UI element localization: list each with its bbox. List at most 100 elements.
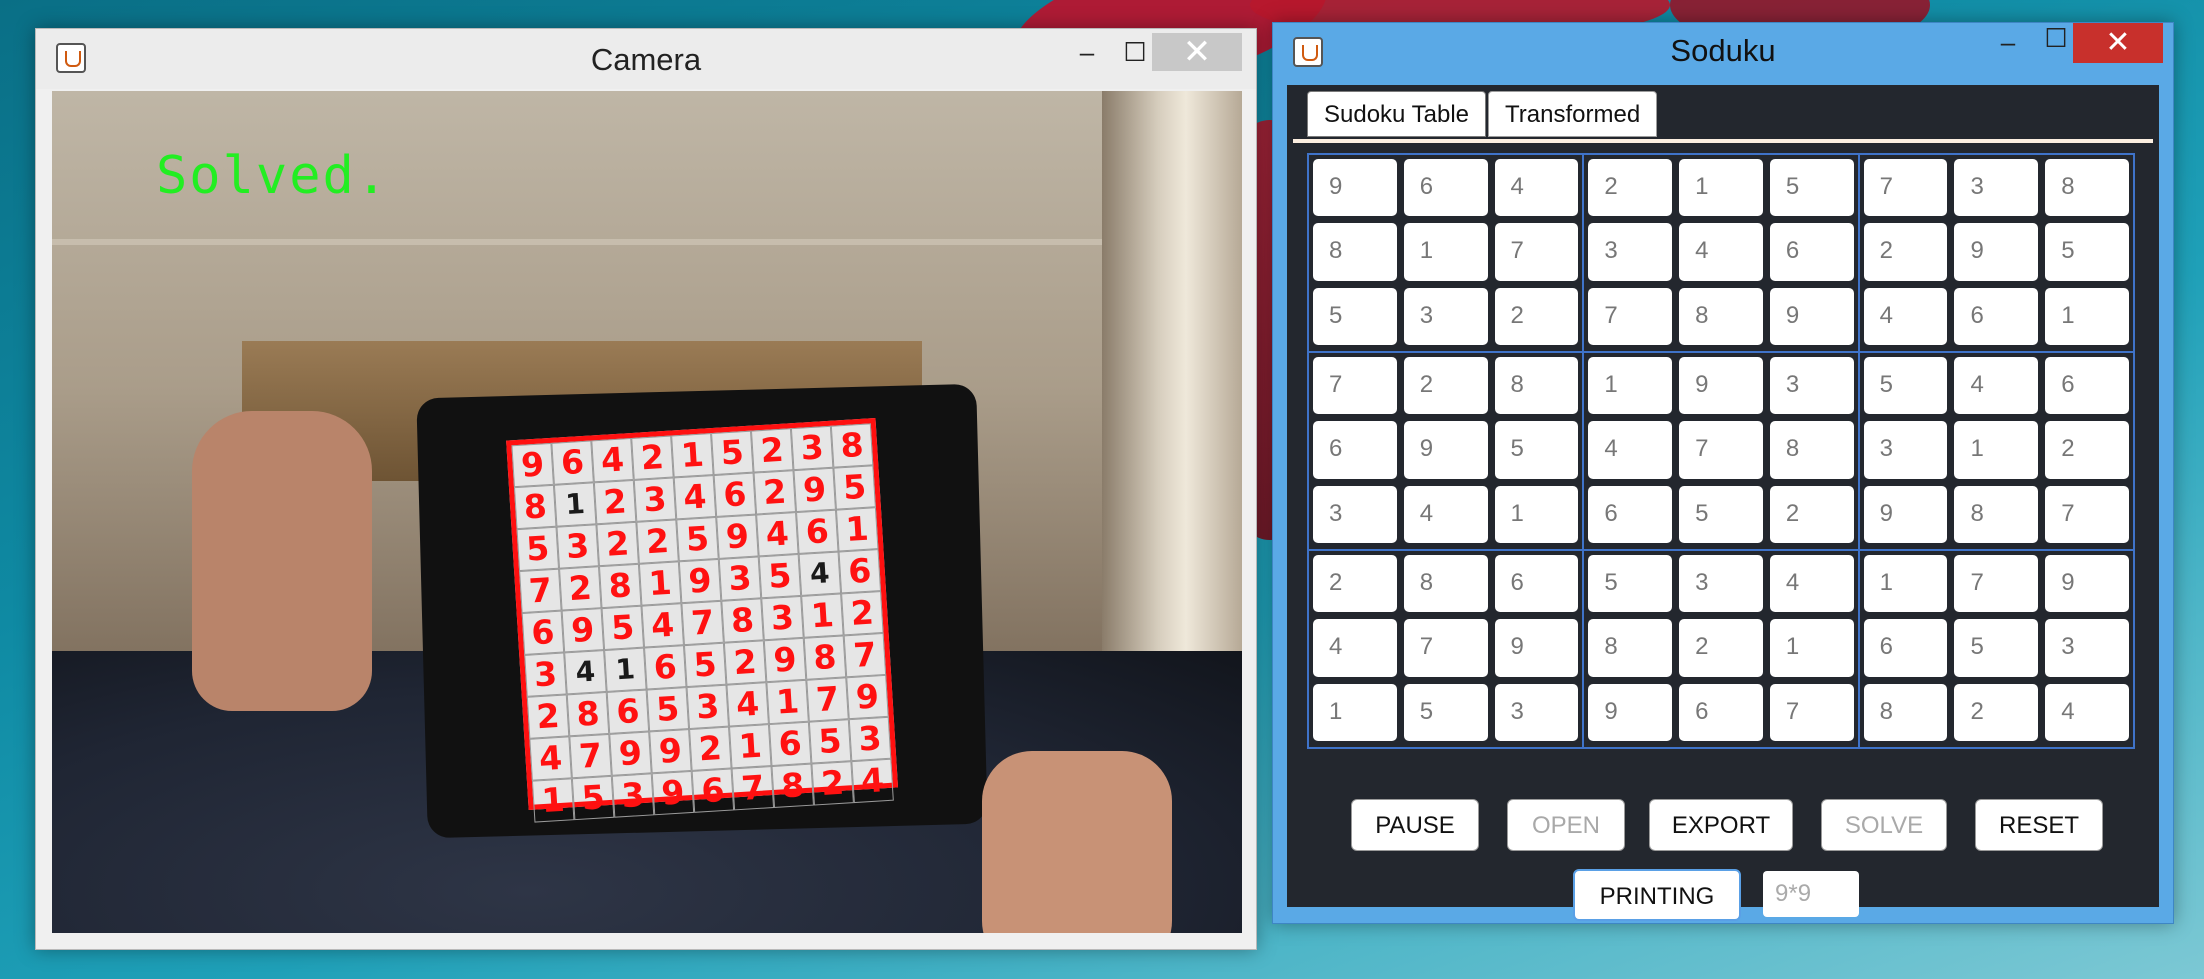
sudoku-cell[interactable]: 8 — [1494, 357, 1579, 415]
photo-sudoku-digit: 1 — [531, 778, 575, 823]
sudoku-cell[interactable]: 5 — [1769, 159, 1854, 217]
photo-sudoku-digit: 3 — [761, 595, 804, 641]
sudoku-cell[interactable]: 4 — [1863, 287, 1948, 345]
sudoku-cell[interactable]: 5 — [1588, 555, 1673, 613]
sudoku-cell[interactable]: 8 — [1769, 421, 1854, 479]
sudoku-cell[interactable]: 1 — [1313, 683, 1397, 741]
sudoku-cell[interactable]: 6 — [1588, 485, 1673, 543]
sudoku-cell[interactable]: 4 — [1588, 421, 1673, 479]
sudoku-cell[interactable]: 8 — [1863, 683, 1948, 741]
sudoku-cell[interactable]: 6 — [1954, 287, 2039, 345]
sudoku-cell[interactable]: 8 — [2045, 159, 2129, 217]
photo-sudoku-digit: 8 — [830, 423, 874, 468]
sudoku-cell[interactable]: 2 — [1679, 619, 1763, 677]
sudoku-cell[interactable]: 8 — [1588, 619, 1673, 677]
sudoku-cell[interactable]: 4 — [2045, 683, 2129, 741]
sudoku-cell[interactable]: 7 — [1313, 357, 1397, 415]
sudoku-cell[interactable]: 1 — [1769, 619, 1854, 677]
sudoku-cell[interactable]: 9 — [2045, 555, 2129, 613]
sudoku-cell[interactable]: 4 — [1954, 357, 2039, 415]
sudoku-cell[interactable]: 7 — [2045, 485, 2129, 543]
camera-window: Camera ‒ ☐ ✕ 964215238812346295532259461… — [35, 28, 1257, 950]
sudoku-cell[interactable]: 2 — [1494, 287, 1579, 345]
sudoku-cell[interactable]: 4 — [1494, 159, 1579, 217]
sudoku-cell[interactable]: 1 — [1863, 555, 1948, 613]
sudoku-cell[interactable]: 9 — [1588, 683, 1673, 741]
sudoku-cell[interactable]: 9 — [1494, 619, 1579, 677]
sudoku-cell[interactable]: 6 — [1313, 421, 1397, 479]
sudoku-cell[interactable]: 6 — [1769, 223, 1854, 281]
printing-button[interactable]: PRINTING — [1573, 869, 1741, 921]
sudoku-cell[interactable]: 5 — [1954, 619, 2039, 677]
left-hand — [192, 411, 372, 711]
sudoku-cell[interactable]: 5 — [2045, 223, 2129, 281]
sudoku-cell[interactable]: 7 — [1769, 683, 1854, 741]
sudoku-cell[interactable]: 8 — [1403, 555, 1488, 613]
sudoku-cell[interactable]: 3 — [1313, 485, 1397, 543]
sudoku-cell[interactable]: 7 — [1494, 223, 1579, 281]
sudoku-cell[interactable]: 9 — [1954, 223, 2039, 281]
sudoku-cell[interactable]: 3 — [1863, 421, 1948, 479]
sudoku-cell[interactable]: 6 — [1679, 683, 1763, 741]
sudoku-cell[interactable]: 5 — [1403, 683, 1488, 741]
sudoku-cell[interactable]: 7 — [1679, 421, 1763, 479]
sudoku-cell[interactable]: 1 — [1403, 223, 1488, 281]
sudoku-cell[interactable]: 3 — [1494, 683, 1579, 741]
sudoku-cell[interactable]: 3 — [1954, 159, 2039, 217]
sudoku-cell[interactable]: 6 — [1863, 619, 1948, 677]
sudoku-cell[interactable]: 3 — [1769, 357, 1854, 415]
sudoku-cell[interactable]: 7 — [1403, 619, 1488, 677]
sudoku-cell[interactable]: 2 — [2045, 421, 2129, 479]
sudoku-cell[interactable]: 7 — [1863, 159, 1948, 217]
sudoku-cell[interactable]: 1 — [1494, 485, 1579, 543]
solve-button[interactable]: SOLVE — [1821, 799, 1947, 851]
sudoku-cell[interactable]: 2 — [1863, 223, 1948, 281]
sudoku-cell[interactable]: 9 — [1313, 159, 1397, 217]
camera-titlebar[interactable]: Camera ‒ ☐ ✕ — [36, 29, 1256, 89]
sudoku-cell[interactable]: 4 — [1769, 555, 1854, 613]
open-button[interactable]: OPEN — [1507, 799, 1625, 851]
sudoku-cell[interactable]: 4 — [1403, 485, 1488, 543]
sudoku-cell[interactable]: 6 — [1403, 159, 1488, 217]
sudoku-cell[interactable]: 3 — [2045, 619, 2129, 677]
sudoku-cell[interactable]: 5 — [1863, 357, 1948, 415]
tab-sudoku-table[interactable]: Sudoku Table — [1307, 91, 1487, 137]
sudoku-cell[interactable]: 6 — [2045, 357, 2129, 415]
photo-sudoku-digit: 4 — [726, 682, 769, 727]
sudoku-cell[interactable]: 1 — [2045, 287, 2129, 345]
sudoku-cell[interactable]: 2 — [1588, 159, 1673, 217]
export-button[interactable]: EXPORT — [1649, 799, 1793, 851]
sudoku-cell[interactable]: 3 — [1403, 287, 1488, 345]
sudoku-cell[interactable]: 3 — [1588, 223, 1673, 281]
sudoku-cell[interactable]: 7 — [1954, 555, 2039, 613]
sudoku-cell[interactable]: 3 — [1679, 555, 1763, 613]
sudoku-cell[interactable]: 2 — [1403, 357, 1488, 415]
sudoku-cell[interactable]: 5 — [1313, 287, 1397, 345]
sudoku-cell[interactable]: 8 — [1679, 287, 1763, 345]
sudoku-cell[interactable]: 8 — [1954, 485, 2039, 543]
sudoku-cell[interactable]: 9 — [1863, 485, 1948, 543]
sudoku-cell[interactable]: 4 — [1313, 619, 1397, 677]
sudoku-cell[interactable]: 9 — [1769, 287, 1854, 345]
sudoku-cell[interactable]: 2 — [1313, 555, 1397, 613]
sudoku-cell[interactable]: 9 — [1403, 421, 1488, 479]
close-button[interactable]: ✕ — [2073, 23, 2163, 63]
sudoku-cell[interactable]: 9 — [1679, 357, 1763, 415]
sudoku-cell[interactable]: 7 — [1588, 287, 1673, 345]
tab-transformed[interactable]: Transformed — [1488, 91, 1658, 137]
sudoku-cell[interactable]: 1 — [1588, 357, 1673, 415]
sudoku-cell[interactable]: 6 — [1494, 555, 1579, 613]
sudoku-cell[interactable]: 2 — [1769, 485, 1854, 543]
sudoku-cell[interactable]: 1 — [1954, 421, 2039, 479]
reset-button[interactable]: RESET — [1975, 799, 2103, 851]
sudoku-cell[interactable]: 4 — [1679, 223, 1763, 281]
photo-sudoku-digit: 5 — [571, 775, 615, 821]
sudoku-cell[interactable]: 5 — [1679, 485, 1763, 543]
sudoku-cell[interactable]: 1 — [1679, 159, 1763, 217]
board-size-field[interactable]: 9*9 — [1763, 871, 1859, 917]
sudoku-cell[interactable]: 2 — [1954, 683, 2039, 741]
sudoku-cell[interactable]: 5 — [1494, 421, 1579, 479]
sudoku-cell[interactable]: 8 — [1313, 223, 1397, 281]
close-button[interactable]: ✕ — [1152, 33, 1242, 71]
pause-button[interactable]: PAUSE — [1351, 799, 1479, 851]
